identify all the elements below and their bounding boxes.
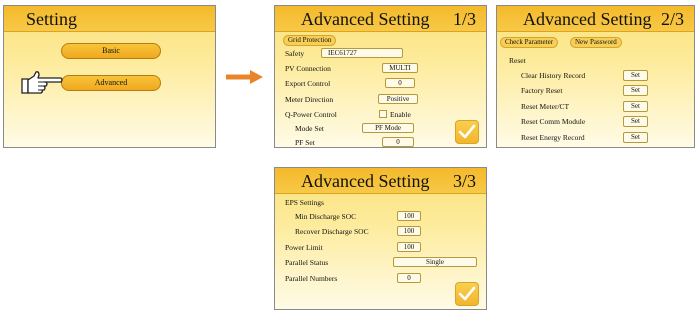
- setting-panel: Setting Basic Advanced: [3, 5, 216, 148]
- page-indicator: 1/3: [452, 9, 476, 29]
- min-discharge-soc-label: Min Discharge SOC: [295, 212, 357, 221]
- checkmark-icon: [458, 124, 476, 139]
- clear-history-label: Clear History Record: [521, 71, 586, 80]
- page-indicator: 3/3: [452, 171, 476, 191]
- advanced-1-title: Advanced Setting: [301, 9, 430, 29]
- parallel-status-field[interactable]: Single: [393, 257, 477, 267]
- factory-reset-set-button[interactable]: Set: [623, 85, 648, 96]
- parallel-numbers-field[interactable]: 0: [397, 273, 421, 283]
- enable-checkbox[interactable]: [379, 110, 387, 118]
- pf-set-label: PF Set: [295, 138, 315, 147]
- reset-meter-label: Reset Meter/CT: [521, 102, 570, 111]
- advanced-button[interactable]: Advanced: [61, 75, 161, 91]
- meter-direction-field[interactable]: Positive: [378, 94, 418, 104]
- eps-settings-heading: EPS Settings: [285, 198, 324, 207]
- reset-energy-record-set-button[interactable]: Set: [623, 132, 648, 143]
- enable-label: Enable: [390, 110, 411, 119]
- reset-heading: Reset: [509, 56, 526, 65]
- pf-set-field[interactable]: 0: [382, 137, 414, 147]
- parallel-status-label: Parallel Status: [285, 258, 329, 267]
- min-discharge-soc-field[interactable]: 100: [397, 211, 421, 221]
- mode-set-field[interactable]: PF Mode: [362, 123, 414, 133]
- clear-history-set-button[interactable]: Set: [623, 70, 648, 81]
- page-indicator: 2/3: [660, 9, 684, 29]
- recover-discharge-soc-label: Recover Discharge SOC: [295, 227, 369, 236]
- pv-connection-label: PV Connection: [285, 64, 331, 73]
- pv-connection-field[interactable]: MULTI: [382, 63, 418, 73]
- advanced-panel-2: Advanced Setting 2/3 Check Parameter New…: [496, 5, 695, 148]
- advanced-1-title-bar: Advanced Setting 1/3: [275, 6, 486, 32]
- reset-comm-module-label: Reset Comm Module: [521, 117, 586, 126]
- power-limit-field[interactable]: 100: [397, 242, 421, 252]
- advanced-2-title-bar: Advanced Setting 2/3: [497, 6, 694, 32]
- tab-grid-protection[interactable]: Grid Protection: [283, 35, 337, 46]
- basic-button[interactable]: Basic: [61, 43, 161, 59]
- setting-title-bar: Setting: [4, 6, 215, 32]
- tab-check-parameter[interactable]: Check Parameter: [500, 37, 559, 48]
- reset-energy-record-label: Reset Energy Record: [521, 133, 585, 142]
- recover-discharge-soc-field[interactable]: 100: [397, 226, 421, 236]
- advanced-panel-1: Advanced Setting 1/3 Grid Protection Saf…: [274, 5, 487, 148]
- mode-set-label: Mode Set: [295, 124, 324, 133]
- advanced-2-title: Advanced Setting: [523, 9, 652, 29]
- power-limit-label: Power Limit: [285, 243, 323, 252]
- meter-direction-label: Meter Direction: [285, 95, 334, 104]
- advanced-3-title: Advanced Setting: [301, 171, 430, 191]
- parallel-numbers-label: Parallel Numbers: [285, 274, 338, 283]
- reset-meter-set-button[interactable]: Set: [623, 101, 648, 112]
- tab-new-password[interactable]: New Password: [570, 37, 622, 48]
- advanced-3-title-bar: Advanced Setting 3/3: [275, 168, 486, 194]
- arrow-right-icon: [226, 70, 263, 84]
- reset-comm-module-set-button[interactable]: Set: [623, 116, 648, 127]
- factory-reset-label: Factory Reset: [521, 86, 563, 95]
- export-control-label: Export Control: [285, 79, 331, 88]
- q-power-control-label: Q-Power Control: [285, 110, 337, 119]
- confirm-button[interactable]: [455, 120, 479, 144]
- setting-title: Setting: [26, 9, 78, 29]
- export-control-field[interactable]: 0: [385, 78, 415, 88]
- checkmark-icon: [458, 286, 476, 301]
- safety-label: Safety: [285, 49, 305, 58]
- confirm-button[interactable]: [455, 282, 479, 306]
- safety-field[interactable]: IEC61727: [321, 48, 403, 58]
- hand-pointer-icon: [21, 71, 63, 94]
- advanced-panel-3: Advanced Setting 3/3 EPS Settings Min Di…: [274, 167, 487, 310]
